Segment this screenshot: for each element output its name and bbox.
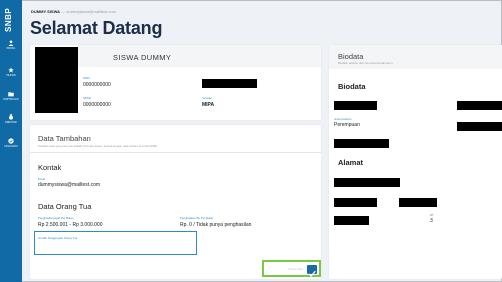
redacted-field <box>334 198 377 207</box>
divider <box>30 152 321 153</box>
npsn-label: NPSN <box>83 96 91 100</box>
nisn-label: NISN <box>83 76 90 80</box>
data-tambahan-title: Data Tambahan <box>38 134 91 143</box>
redacted-field <box>457 101 502 110</box>
tanggungan-field[interactable] <box>34 231 197 255</box>
nav-item-profil[interactable]: PROFIL <box>0 40 22 51</box>
check-icon <box>8 138 14 144</box>
nav-label: FINALISASI <box>4 145 18 148</box>
nav-label: PROFIL <box>6 47 16 50</box>
medal-icon <box>9 114 13 120</box>
data-tambahan-subtitle: Pastikan data yang kamu isi adalah infor… <box>38 144 158 148</box>
star-icon <box>8 67 14 73</box>
brand-logo[interactable]: SNBP <box>4 8 18 32</box>
nisn-value: 0000000000 <box>83 82 111 88</box>
alamat-title: Alamat <box>338 158 364 167</box>
user-icon <box>8 40 14 46</box>
biodata-header-title: Biodata <box>338 52 364 61</box>
email-value: dummysiswa@mailtest.com <box>38 182 101 188</box>
jenis-kelamin-value: Perempuan <box>334 122 360 128</box>
data-tambahan-card: Data Tambahan Pastikan data yang kamu is… <box>30 125 321 279</box>
redacted-field <box>202 79 257 88</box>
tanggungan-value[interactable]: 4 <box>38 243 41 249</box>
npsn-value: 0000000000 <box>83 102 111 108</box>
nav-item-portofolio[interactable]: PORTOFOLIO <box>0 91 22 102</box>
ayah-value: Rp 2.500.001 - Rp 3.000.000 <box>38 222 103 228</box>
biodata-section-title: Biodata <box>338 82 366 91</box>
redacted-field <box>334 178 400 187</box>
email-label: Email <box>38 177 45 181</box>
biodata-header-subtitle: Biodata, alamat, dan informasi kontak ka… <box>338 61 394 65</box>
tanggungan-label: Jumlah Tanggungan Orang Tua <box>38 236 78 240</box>
sidebar: SNBP PROFIL PILIHAN PORTOFOLIO PRESTASI … <box>0 0 22 282</box>
nav-label: PILIHAN <box>6 74 16 77</box>
ayah-label: Penghasilan Ayah Per Bulan <box>38 216 74 220</box>
save-button[interactable] <box>307 265 317 277</box>
save-area-highlight: Simpan data <box>262 260 321 277</box>
ibu-label: Penghasilan Ibu Per Bulan <box>180 216 214 220</box>
profile-photo <box>35 47 78 113</box>
user-header: DUMMY SISWA — dummysiswa@mailtest.com <box>31 9 116 14</box>
user-name: DUMMY SISWA <box>31 9 61 14</box>
ibu-value: Rp. 0 / Tidak punya penghasilan <box>180 222 252 228</box>
biodata-card: Biodata Biodata, alamat, dan informasi k… <box>329 45 502 279</box>
folder-icon <box>8 92 14 97</box>
rt-value: 3 <box>430 218 433 224</box>
redacted-field <box>334 139 389 148</box>
profile-name: SISWA DUMMY <box>113 53 172 62</box>
nav-label: PORTOFOLIO <box>3 98 19 101</box>
jenis-kelamin-label: Jenis Kelamin <box>334 117 352 121</box>
jurusan-value: MIPA <box>202 102 215 108</box>
page-title: Selamat Datang <box>30 18 163 38</box>
check-icon <box>308 270 316 277</box>
user-email: — dummysiswa@mailtest.com <box>61 9 116 14</box>
kontak-title: Kontak <box>38 163 62 172</box>
redacted-field <box>399 198 437 207</box>
profile-card: SISWA DUMMY NISN 0000000000 NPSN 0000000… <box>30 45 321 120</box>
ortu-title: Data Orang Tua <box>38 202 92 211</box>
save-hint: Simpan data <box>288 268 303 271</box>
redacted-field <box>334 216 369 225</box>
nav-item-prestasi[interactable]: PRESTASI <box>0 114 22 125</box>
nav-item-pilihan[interactable]: PILIHAN <box>0 67 22 78</box>
nav-item-finalisasi[interactable]: FINALISASI <box>0 138 22 149</box>
jurusan-label: Jurusan <box>202 96 212 100</box>
redacted-field <box>457 122 502 131</box>
nav-label: PRESTASI <box>5 121 17 124</box>
rt-label: RT <box>430 213 434 217</box>
redacted-field <box>334 101 377 110</box>
